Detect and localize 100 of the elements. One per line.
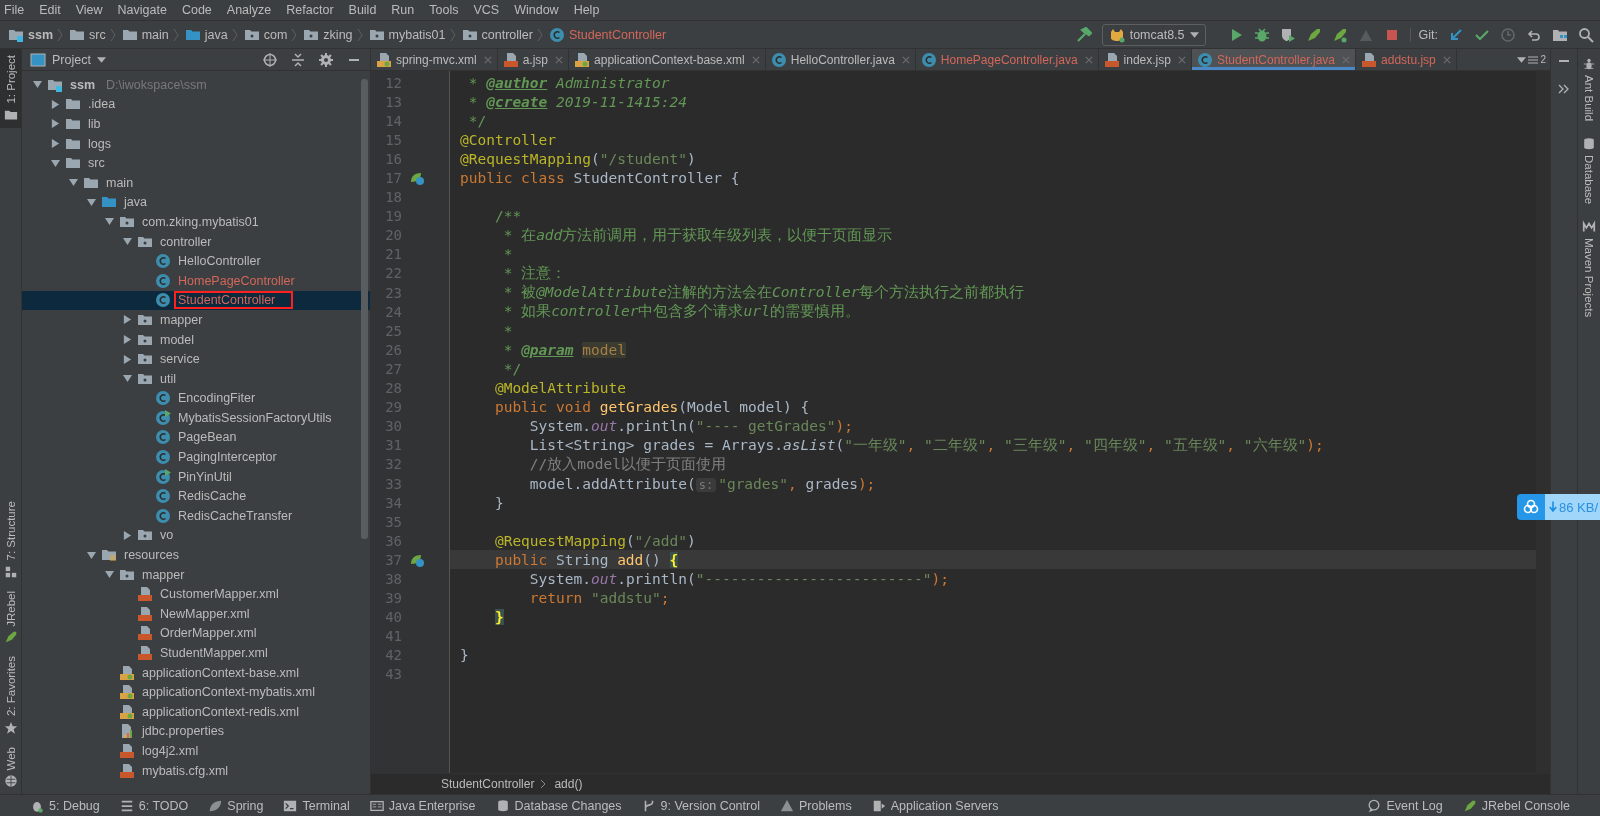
tool-window-tab[interactable]: Database	[1578, 129, 1600, 213]
crosshair-icon[interactable]	[262, 51, 278, 68]
rocket-icon[interactable]	[1305, 26, 1322, 43]
tree-row[interactable]: PageBean	[22, 427, 370, 448]
tool-window-tab[interactable]: 2: Favorites	[0, 650, 21, 741]
run-configuration-dropdown[interactable]: tomcat8.5	[1101, 23, 1206, 46]
tree-row[interactable]: resources	[22, 545, 370, 565]
breadcrumb-item[interactable]: mybatis01	[388, 27, 446, 42]
tool-window-tab[interactable]: Maven Projects	[1578, 212, 1600, 326]
editor-tab[interactable]: a.jsp	[497, 49, 570, 70]
project-view-dropdown[interactable]: Project	[30, 51, 106, 68]
tool-window-tab[interactable]: Application Servers	[871, 798, 999, 813]
arrow-icon[interactable]	[1448, 26, 1464, 43]
breadcrumb-item[interactable]: add()	[554, 777, 583, 791]
tree-row[interactable]: .idea	[22, 94, 370, 115]
hidden-tabs-button[interactable]: 2	[1513, 49, 1550, 70]
tree-row[interactable]: applicationContext-base.xml	[22, 662, 370, 683]
tree-row[interactable]: log4j2.xml	[22, 741, 370, 761]
breadcrumb-item[interactable]: java	[204, 27, 228, 42]
breadcrumb-item[interactable]: com	[263, 27, 288, 42]
menu-item[interactable]: Code	[181, 3, 212, 17]
tree-row[interactable]: src	[22, 153, 370, 173]
scrollbar-thumb[interactable]	[361, 79, 368, 539]
tree-row[interactable]: mybatis.cfg.xml	[22, 760, 370, 781]
editor-tab[interactable]: addstu.jsp	[1356, 49, 1457, 70]
hammer-icon[interactable]	[1075, 26, 1092, 43]
expanded-arrow-icon[interactable]	[104, 570, 114, 580]
tree-row[interactable]: jdbc.properties	[22, 721, 370, 742]
tree-row[interactable]: HomePageController	[22, 270, 370, 291]
expanded-arrow-icon[interactable]	[50, 158, 60, 168]
editor-tab[interactable]: index.jsp	[1098, 49, 1192, 70]
bean-icon[interactable]	[409, 170, 425, 186]
tree-row[interactable]: StudentMapper.xml	[22, 643, 370, 663]
menu-item[interactable]: Window	[514, 3, 559, 17]
tree-row[interactable]: controller	[22, 231, 370, 252]
bug-icon[interactable]	[1253, 26, 1270, 43]
rocket-icon[interactable]	[1331, 26, 1348, 43]
menu-item[interactable]: File	[4, 3, 25, 17]
collapse-icon[interactable]	[290, 51, 306, 68]
tool-window-tab[interactable]: 7: Structure	[0, 495, 21, 585]
menu-item[interactable]: Refactor	[286, 3, 334, 17]
menu-item[interactable]: View	[75, 3, 103, 17]
tree-row[interactable]: PinYinUtil	[22, 466, 370, 487]
tree-row[interactable]: CustomerMapper.xml	[22, 584, 370, 605]
tree-row[interactable]: HelloController	[22, 251, 370, 271]
tree-row[interactable]: OrderMapper.xml	[22, 623, 370, 644]
collapsed-arrow-icon[interactable]	[122, 354, 132, 364]
breadcrumb-item[interactable]: controller	[481, 27, 533, 42]
tool-window-tab[interactable]: 1: Project	[0, 49, 21, 128]
tool-window-tab[interactable]: Database Changes	[495, 798, 622, 813]
breadcrumb-item[interactable]: StudentController	[568, 27, 667, 42]
tree-row[interactable]: mapper	[22, 564, 370, 585]
tree-row[interactable]: service	[22, 349, 370, 369]
tree-row[interactable]: java	[22, 192, 370, 213]
tool-window-tab[interactable]: Web	[0, 740, 21, 794]
menu-item[interactable]: VCS	[473, 3, 500, 17]
tree-row[interactable]: mapper	[22, 310, 370, 330]
expanded-arrow-icon[interactable]	[104, 217, 114, 227]
tree-row[interactable]: PagingInterceptor	[22, 447, 370, 467]
settings-icon[interactable]	[318, 51, 334, 68]
tree-row[interactable]: model	[22, 329, 370, 350]
tool-window-tab[interactable]: Spring	[208, 798, 264, 813]
tool-window-tab[interactable]: 9: Version Control	[641, 798, 760, 813]
tree-row[interactable]: main	[22, 172, 370, 193]
breadcrumb-item[interactable]: ssm	[28, 27, 54, 42]
collapsed-arrow-icon[interactable]	[122, 530, 132, 540]
tool-window-tab[interactable]: Event Log	[1367, 798, 1443, 813]
editor-tab[interactable]: HelloController.java	[765, 49, 916, 70]
menu-item[interactable]: Run	[391, 3, 415, 17]
tree-row[interactable]: EncodingFiter	[22, 388, 370, 409]
tree-row[interactable]: lib	[22, 114, 370, 134]
tool-window-tab[interactable]: Terminal	[283, 798, 350, 813]
menu-item[interactable]: Build	[348, 3, 377, 17]
tree-row[interactable]: util	[22, 368, 370, 389]
menu-item[interactable]: Help	[573, 3, 600, 17]
tree-row[interactable]: logs	[22, 133, 370, 154]
editor-tab[interactable]: spring-mvc.xml	[371, 49, 498, 70]
editor-tab[interactable]: applicationContext-base.xml	[569, 49, 766, 70]
collapsed-arrow-icon[interactable]	[50, 139, 60, 149]
tool-window-tab[interactable]: JRebel Console	[1462, 798, 1570, 813]
tree-row[interactable]: applicationContext-mybatis.xml	[22, 682, 370, 702]
tree-row[interactable]: StudentController	[22, 290, 370, 311]
breadcrumb-item[interactable]: zking	[323, 27, 353, 42]
collapsed-arrow-icon[interactable]	[122, 315, 132, 325]
menu-item[interactable]: Navigate	[117, 3, 167, 17]
tool-window-tab[interactable]: JRebel	[0, 584, 21, 651]
tree-row[interactable]: vo	[22, 525, 370, 546]
expanded-arrow-icon[interactable]	[86, 197, 96, 207]
search-icon[interactable]	[1578, 26, 1594, 43]
tree-row[interactable]: com.zking.mybatis01	[22, 212, 370, 232]
tree-row[interactable]: RedisCache	[22, 486, 370, 507]
breadcrumb-item[interactable]: StudentController	[441, 777, 535, 791]
collapsed-arrow-icon[interactable]	[50, 99, 60, 109]
collapsed-arrow-icon[interactable]	[50, 119, 60, 129]
tool-window-tab[interactable]: 5: Debug	[30, 798, 100, 813]
breadcrumb-item[interactable]: main	[141, 27, 169, 42]
collapsed-arrow-icon[interactable]	[122, 335, 132, 344]
tree-row[interactable]: MybatisSessionFactoryUtils	[22, 408, 370, 428]
tree-row[interactable]: NewMapper.xml	[22, 604, 370, 624]
tree-row[interactable]: RedisCacheTransfer	[22, 506, 370, 526]
